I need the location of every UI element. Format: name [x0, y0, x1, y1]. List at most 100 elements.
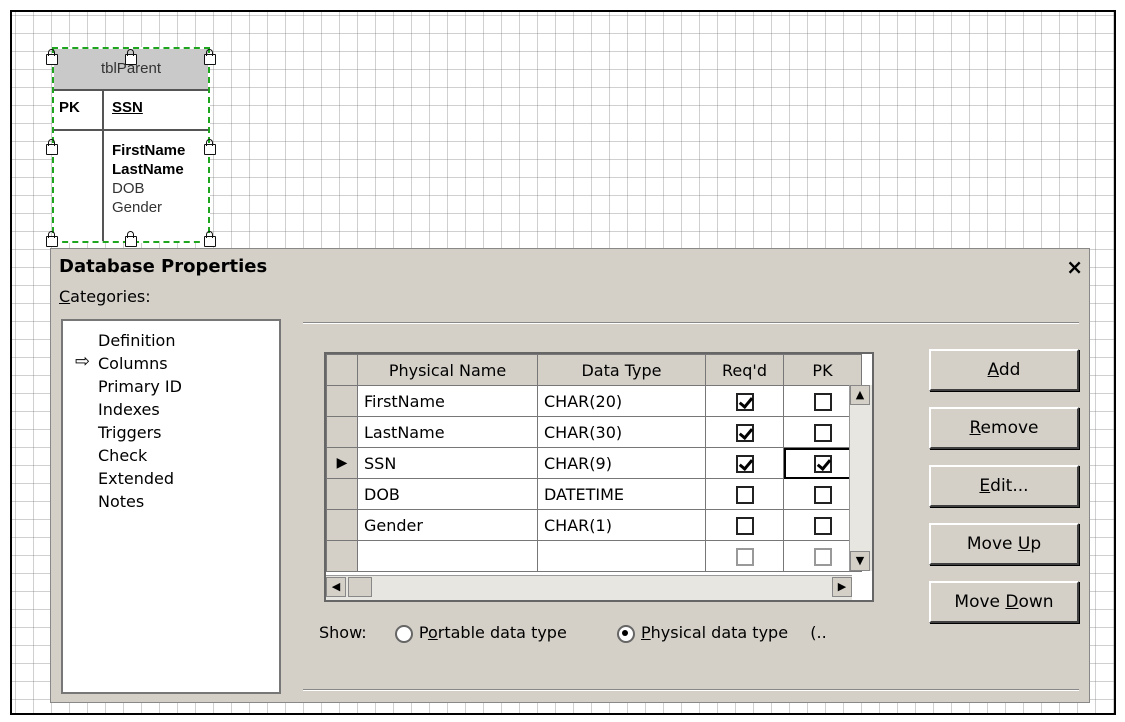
database-properties-dialog: Database Properties × Categories: ⇨ Defi… [50, 248, 1090, 703]
vertical-scrollbar[interactable]: ▲ ▼ [849, 385, 872, 571]
table-row[interactable]: Gender CHAR(1) [326, 509, 862, 541]
cell-type[interactable]: CHAR(9) [537, 447, 706, 479]
header-reqd[interactable]: Req'd [705, 354, 784, 386]
cell-type[interactable] [537, 540, 706, 572]
reqd-checkbox[interactable] [735, 547, 754, 566]
current-row-icon: ▶ [336, 455, 348, 471]
pk-checkbox[interactable] [813, 485, 832, 504]
entity-pk-field: SSN [112, 99, 143, 116]
columns-table: Physical Name Data Type Req'd PK FirstNa… [326, 354, 862, 572]
table-row[interactable]: FirstName CHAR(20) [326, 385, 862, 417]
lock-icon[interactable] [125, 231, 137, 247]
columns-grid[interactable]: Physical Name Data Type Req'd PK FirstNa… [324, 352, 874, 602]
table-row-new[interactable] [326, 540, 862, 572]
row-selector[interactable] [326, 509, 358, 541]
scroll-left-icon[interactable]: ◀ [326, 577, 346, 597]
remove-button[interactable]: Remove [929, 407, 1079, 449]
lock-icon[interactable] [46, 139, 58, 155]
cell-name[interactable]: SSN [357, 447, 538, 479]
horizontal-scrollbar[interactable]: ◀ ▶ [326, 575, 852, 600]
entity-attribute: Gender [112, 199, 163, 216]
move-up-button[interactable]: Move Up [929, 523, 1079, 565]
table-row-current[interactable]: ▶ SSN CHAR(9) [326, 447, 862, 479]
lock-icon[interactable] [204, 231, 216, 247]
cell-type[interactable]: CHAR(1) [537, 509, 706, 541]
category-notes[interactable]: Notes [98, 492, 144, 511]
reqd-checkbox[interactable] [735, 454, 754, 473]
category-primary-id[interactable]: Primary ID [98, 377, 182, 396]
table-row[interactable]: DOB DATETIME [326, 478, 862, 510]
row-selector[interactable] [326, 540, 358, 572]
category-triggers[interactable]: Triggers [98, 423, 162, 442]
header-data-type[interactable]: Data Type [537, 354, 706, 386]
entity-tblparent[interactable]: tblParent PK SSN FirstName LastName DOB … [52, 47, 210, 243]
header-pk[interactable]: PK [783, 354, 862, 386]
categories-label: Categories: [59, 287, 151, 306]
show-label: Show: [319, 623, 367, 642]
category-indexes[interactable]: Indexes [98, 400, 160, 419]
show-options: Show: Portable data type Physical data t… [319, 623, 827, 643]
physical-radio[interactable] [617, 624, 635, 643]
cell-type[interactable]: CHAR(30) [537, 416, 706, 448]
row-selector[interactable]: ▶ [326, 447, 358, 479]
cell-name[interactable]: Gender [357, 509, 538, 541]
row-selector[interactable] [326, 478, 358, 510]
cell-reqd[interactable] [705, 509, 784, 541]
scroll-down-icon[interactable]: ▼ [850, 551, 870, 571]
category-check[interactable]: Check [98, 446, 147, 465]
category-definition[interactable]: Definition [98, 331, 175, 350]
lock-icon[interactable] [46, 49, 58, 65]
pk-checkbox[interactable] [813, 392, 832, 411]
reqd-checkbox[interactable] [735, 423, 754, 442]
cell-reqd[interactable] [705, 385, 784, 417]
cell-reqd[interactable] [705, 416, 784, 448]
cell-name[interactable]: LastName [357, 416, 538, 448]
edit-button[interactable]: Edit... [929, 465, 1079, 507]
pk-checkbox[interactable] [813, 423, 832, 442]
categories-list[interactable]: ⇨ Definition Columns Primary ID Indexes … [61, 319, 281, 694]
move-down-button[interactable]: Move Down [929, 581, 1079, 623]
row-selector-header [326, 354, 358, 386]
dialog-titlebar[interactable]: Database Properties × [51, 249, 1089, 287]
divider [303, 322, 1079, 324]
pk-checkbox[interactable] [813, 516, 832, 535]
add-button[interactable]: Add [929, 349, 1079, 391]
cell-reqd[interactable] [705, 540, 784, 572]
scroll-right-icon[interactable]: ▶ [832, 577, 852, 597]
lock-icon[interactable] [46, 231, 58, 247]
portable-radio[interactable] [394, 624, 413, 643]
lock-icon[interactable] [125, 49, 137, 65]
table-row[interactable]: LastName CHAR(30) [326, 416, 862, 448]
close-icon[interactable]: × [1066, 255, 1083, 279]
entity-pk-label: PK [59, 99, 80, 116]
cell-name[interactable]: DOB [357, 478, 538, 510]
header-physical-name[interactable]: Physical Name [357, 354, 538, 386]
physical-label[interactable]: Physical data type [641, 623, 788, 642]
reqd-checkbox[interactable] [735, 485, 754, 504]
reqd-checkbox[interactable] [735, 392, 754, 411]
scroll-up-icon[interactable]: ▲ [850, 385, 870, 405]
cell-reqd[interactable] [705, 478, 784, 510]
divider [303, 689, 1079, 691]
portable-label[interactable]: Portable data type [419, 623, 567, 642]
lock-icon[interactable] [204, 49, 216, 65]
category-extended[interactable]: Extended [98, 469, 174, 488]
entity-attribute: LastName [112, 161, 184, 178]
row-selector[interactable] [326, 385, 358, 417]
cell-type[interactable]: DATETIME [537, 478, 706, 510]
category-columns[interactable]: Columns [98, 354, 168, 373]
entity-divider [102, 89, 104, 241]
pk-checkbox[interactable] [813, 547, 832, 566]
cell-name[interactable]: FirstName [357, 385, 538, 417]
row-selector[interactable] [326, 416, 358, 448]
cell-name[interactable] [357, 540, 538, 572]
lock-icon[interactable] [204, 139, 216, 155]
cell-reqd[interactable] [705, 447, 784, 479]
pk-checkbox[interactable] [813, 454, 832, 473]
entity-attribute: FirstName [112, 142, 186, 159]
cell-type[interactable]: CHAR(20) [537, 385, 706, 417]
entity-attribute: DOB [112, 180, 145, 197]
horizontal-scroll-thumb[interactable] [348, 577, 372, 597]
reqd-checkbox[interactable] [735, 516, 754, 535]
show-trailing: (.. [810, 623, 827, 642]
